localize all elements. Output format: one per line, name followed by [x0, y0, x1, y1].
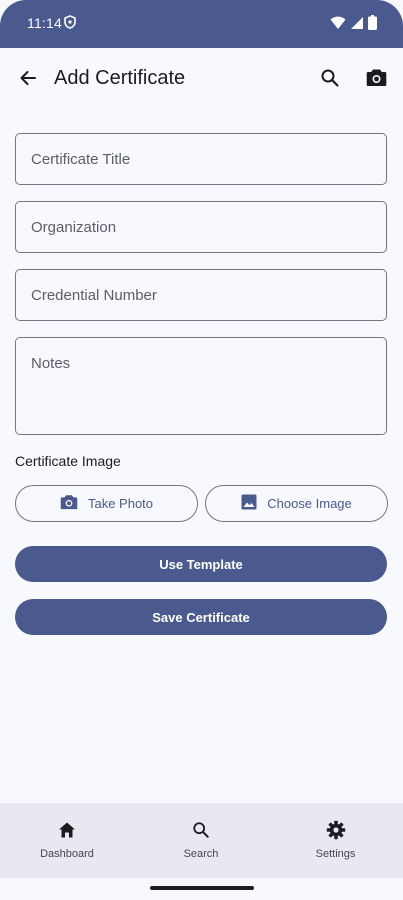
choose-image-button[interactable]: Choose Image — [205, 485, 388, 522]
use-template-label: Use Template — [159, 556, 243, 572]
status-icons — [330, 15, 377, 35]
camera-button[interactable] — [362, 66, 390, 94]
gesture-handle[interactable] — [150, 886, 254, 890]
take-photo-button[interactable]: Take Photo — [15, 485, 198, 522]
status-bar: 11:14 — [0, 0, 403, 48]
certificate-title-input[interactable] — [15, 133, 387, 185]
shield-icon — [64, 15, 76, 34]
bottom-navigation: Dashboard Search Settings — [0, 803, 403, 878]
search-icon — [320, 68, 340, 93]
wifi-icon — [330, 16, 346, 35]
take-photo-label: Take Photo — [87, 496, 154, 511]
certificate-image-label: Certificate Image — [15, 453, 121, 469]
page-title: Add Certificate — [54, 67, 186, 89]
home-icon — [56, 819, 78, 841]
back-button[interactable] — [14, 66, 42, 94]
organization-input[interactable] — [15, 201, 387, 253]
nav-item-search[interactable]: Search — [134, 803, 268, 878]
nav-label: Settings — [315, 848, 356, 860]
gear-icon — [325, 819, 347, 841]
choose-image-label: Choose Image — [267, 496, 352, 511]
nav-label: Dashboard — [40, 848, 94, 860]
arrow-back-icon — [18, 68, 38, 93]
signal-icon — [350, 16, 364, 35]
save-certificate-button[interactable]: Save Certificate — [15, 599, 387, 635]
nav-item-settings[interactable]: Settings — [268, 803, 403, 878]
search-icon — [190, 819, 212, 841]
nav-item-dashboard[interactable]: Dashboard — [0, 803, 134, 878]
credential-number-input[interactable] — [15, 269, 387, 321]
camera-icon — [366, 68, 387, 92]
battery-icon — [368, 15, 377, 35]
search-button[interactable] — [316, 66, 344, 94]
image-icon — [241, 494, 257, 513]
status-time: 11:14 — [27, 15, 62, 31]
save-certificate-label: Save Certificate — [152, 609, 250, 625]
app-bar: Add Certificate — [0, 48, 403, 112]
nav-label: Search — [183, 848, 219, 860]
camera-icon — [60, 494, 78, 513]
notes-input[interactable] — [15, 337, 387, 435]
use-template-button[interactable]: Use Template — [15, 546, 387, 582]
